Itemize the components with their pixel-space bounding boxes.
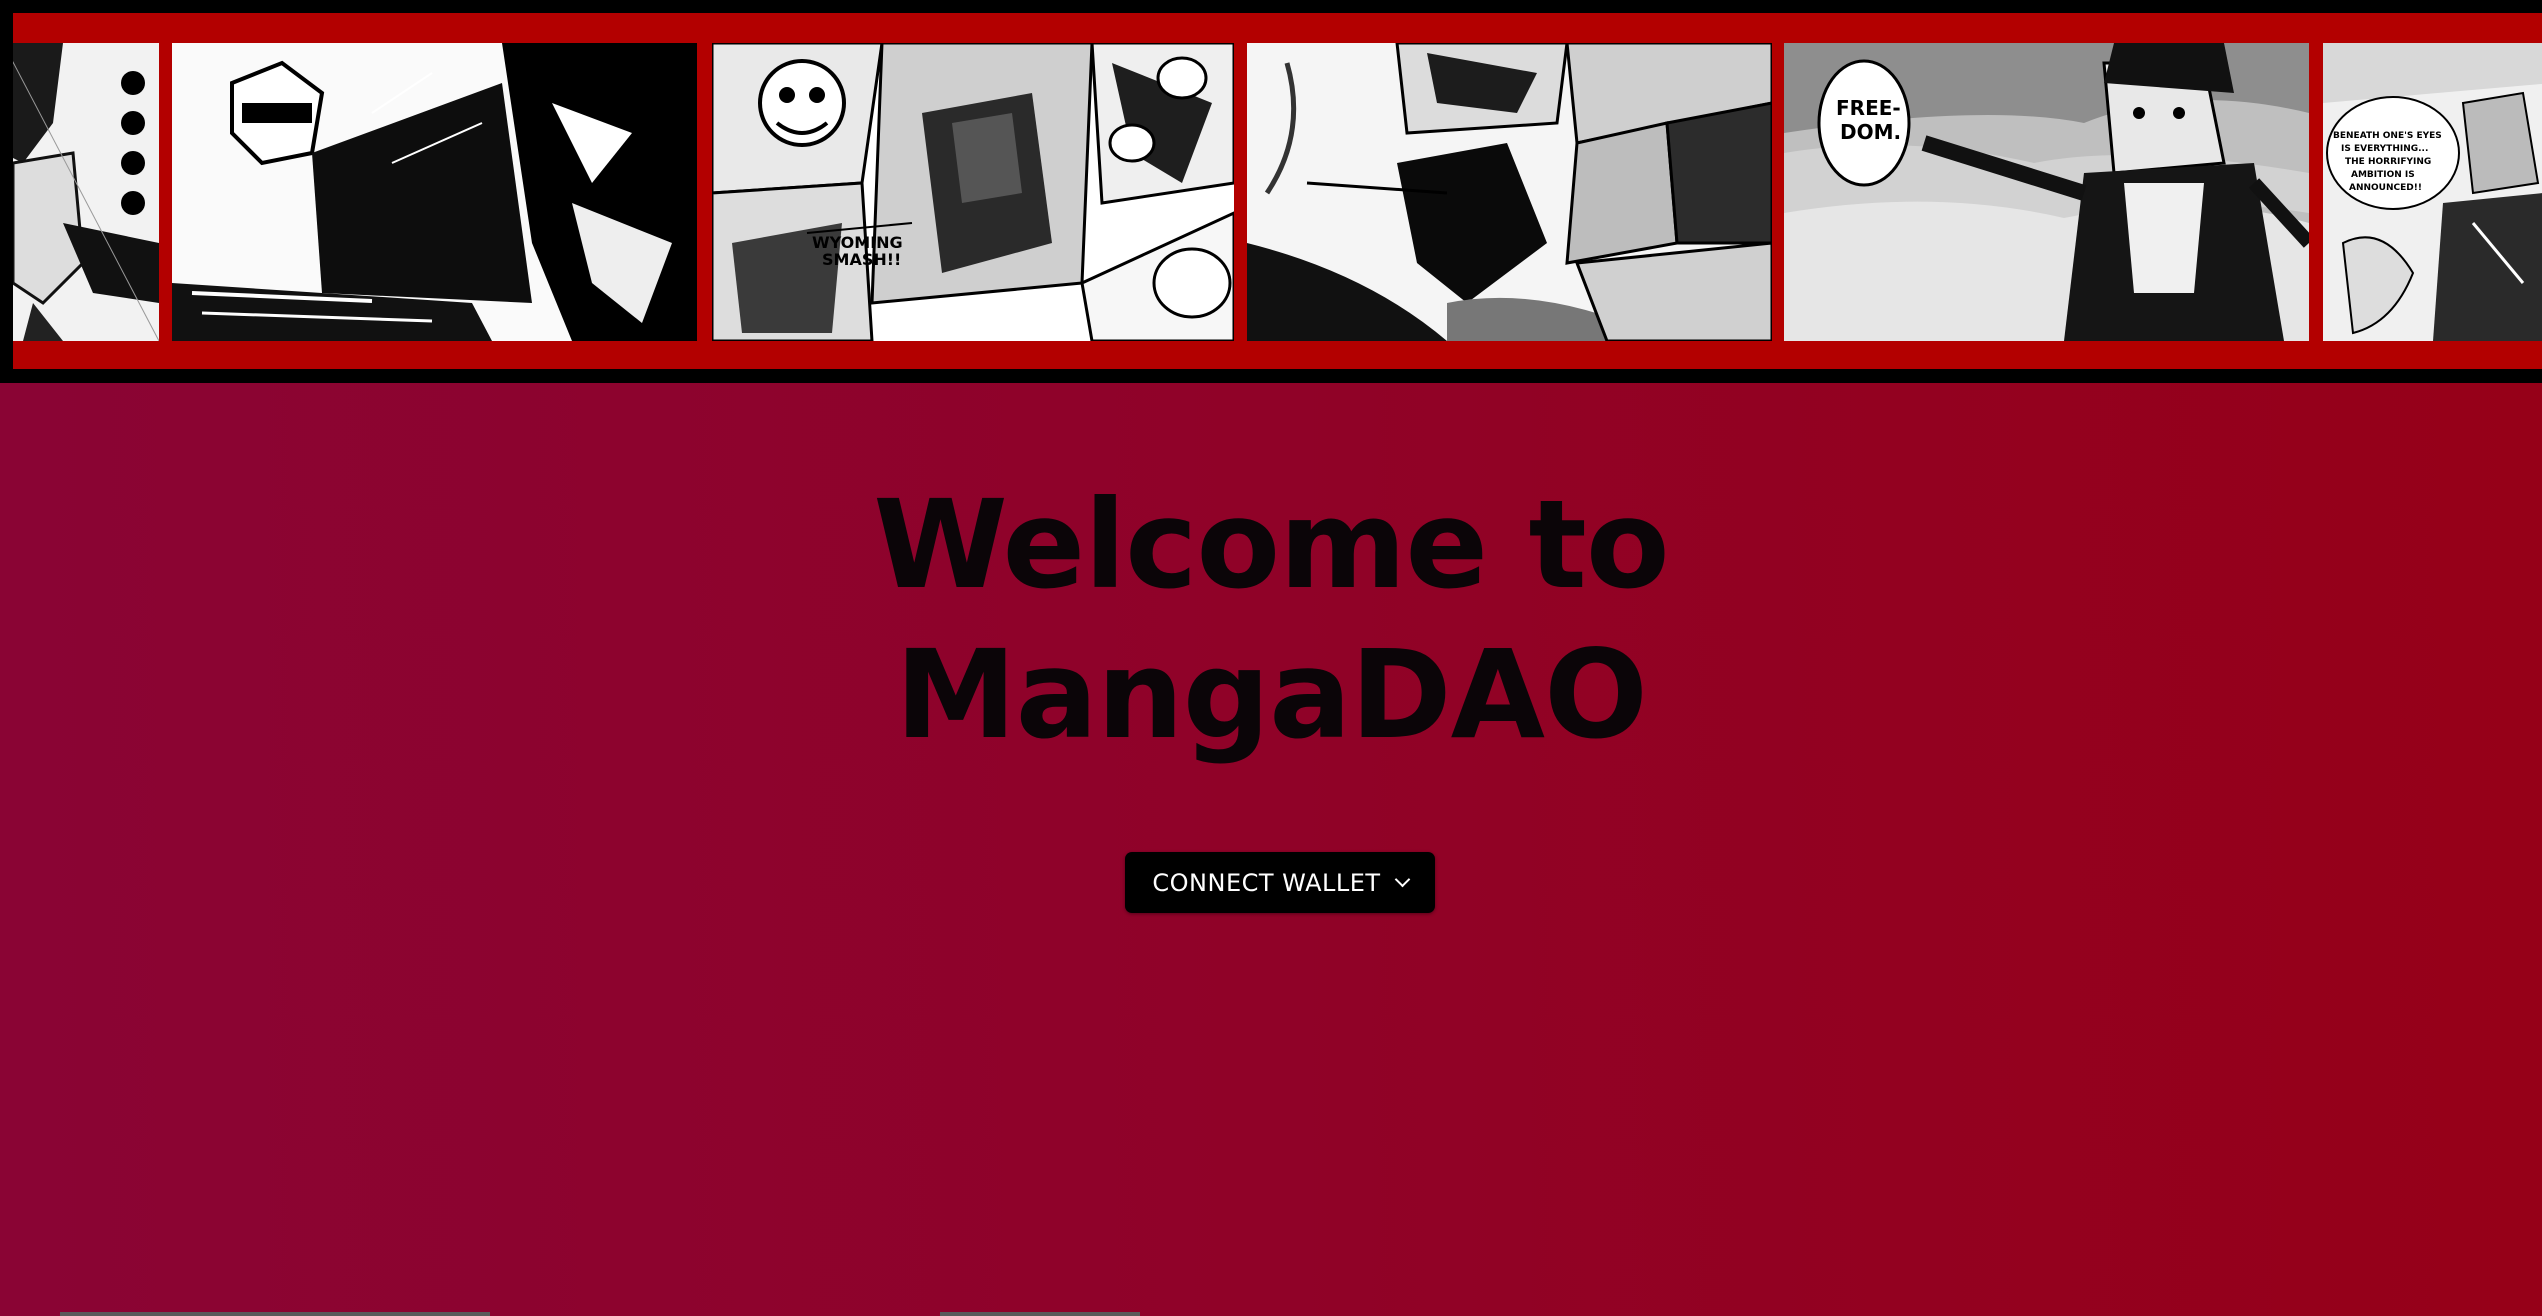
connect-wallet-button[interactable]: CONNECT WALLET	[1125, 852, 1435, 913]
scroll-indicator-secondary	[940, 1312, 1140, 1316]
scroll-indicator	[60, 1312, 490, 1316]
manga-panel-ambition: BENEATH ONE'S EYES IS EVERYTHING... THE …	[2323, 43, 2542, 341]
svg-text:DOM.: DOM.	[1840, 120, 1901, 144]
svg-text:SMASH!!: SMASH!!	[822, 250, 901, 269]
manga-panel-freedom: FREE- DOM.	[1784, 43, 2309, 341]
manga-banner: WYOMING SMASH!! FREE- DOM. BENEATH ONE'S…	[0, 0, 2542, 383]
svg-text:AMBITION IS: AMBITION IS	[2351, 170, 2415, 180]
manga-panel-wave-swordsman	[1247, 43, 1772, 341]
svg-text:THE HORRIFYING: THE HORRIFYING	[2345, 157, 2431, 167]
svg-text:BENEATH ONE'S EYES: BENEATH ONE'S EYES	[2333, 131, 2442, 141]
svg-text:IS EVERYTHING...: IS EVERYTHING...	[2341, 144, 2428, 154]
svg-text:ANNOUNCED!!: ANNOUNCED!!	[2349, 183, 2422, 193]
manga-panel-hero-smash: WYOMING SMASH!!	[712, 43, 1234, 341]
connect-wallet-label: CONNECT WALLET	[1152, 868, 1381, 897]
title-line-2: MangaDAO	[895, 624, 1648, 766]
hero-section: Welcome to MangaDAO	[0, 470, 2542, 770]
manga-panel-ninja	[13, 43, 159, 341]
page-title: Welcome to MangaDAO	[0, 470, 2542, 770]
chevron-down-icon	[1394, 871, 1410, 888]
manga-panel-masked-swordsman	[172, 43, 697, 341]
manga-banner-frame: WYOMING SMASH!! FREE- DOM. BENEATH ONE'S…	[13, 13, 2542, 369]
svg-text:FREE-: FREE-	[1836, 96, 1901, 120]
title-line-1: Welcome to	[873, 474, 1669, 616]
